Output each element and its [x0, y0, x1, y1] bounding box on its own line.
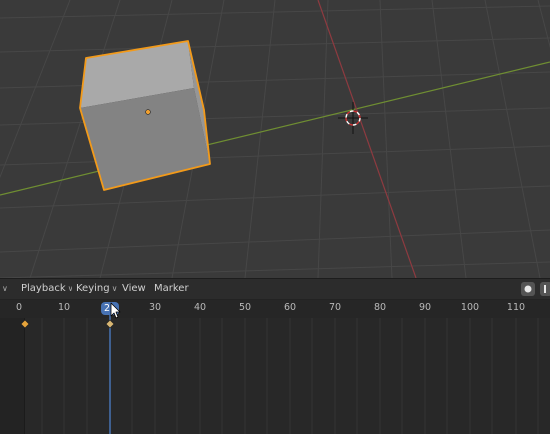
current-frame-label: 2 — [104, 303, 111, 314]
ruler-label: 40 — [193, 302, 207, 313]
current-frame-indicator[interactable]: 2 — [101, 302, 119, 315]
viewport-grid — [0, 0, 550, 278]
jump-start-icon — [544, 285, 546, 293]
3d-viewport[interactable] — [0, 0, 550, 278]
ruler-label: 90 — [418, 302, 432, 313]
marker-label: Marker — [154, 283, 189, 294]
ruler-label: 50 — [238, 302, 252, 313]
timeline-grid — [0, 318, 539, 434]
ruler-label: 30 — [148, 302, 162, 313]
ruler-label: 70 — [328, 302, 342, 313]
record-button[interactable] — [521, 282, 535, 296]
playback-label: Playback — [21, 283, 66, 294]
editor-type-chevron-down-icon[interactable]: ∨ — [0, 281, 8, 297]
jump-to-start-button[interactable] — [540, 282, 550, 296]
keying-menu[interactable]: Keying ∨ — [72, 281, 122, 297]
ruler-label: 100 — [460, 302, 480, 313]
cube-object[interactable] — [79, 40, 211, 191]
frame-ruler[interactable]: 0 10 30 40 50 60 70 80 90 100 110 — [0, 300, 550, 318]
view-label: View — [122, 283, 146, 294]
timeline-header: ∨ Playback ∨ Keying ∨ View Marker — [0, 279, 550, 300]
chevron-down-icon: ∨ — [111, 284, 118, 293]
ruler-label: 10 — [57, 302, 71, 313]
marker-menu[interactable]: Marker — [154, 281, 189, 297]
ruler-label: 110 — [506, 302, 526, 313]
timeline-dopesheet[interactable] — [0, 318, 550, 434]
ruler-label: 0 — [15, 302, 23, 313]
view-menu[interactable]: View — [122, 281, 146, 297]
record-icon — [524, 285, 532, 293]
ruler-label: 60 — [283, 302, 297, 313]
keying-label: Keying — [76, 283, 110, 294]
playback-menu[interactable]: Playback ∨ — [17, 281, 78, 297]
ruler-label: 80 — [373, 302, 387, 313]
